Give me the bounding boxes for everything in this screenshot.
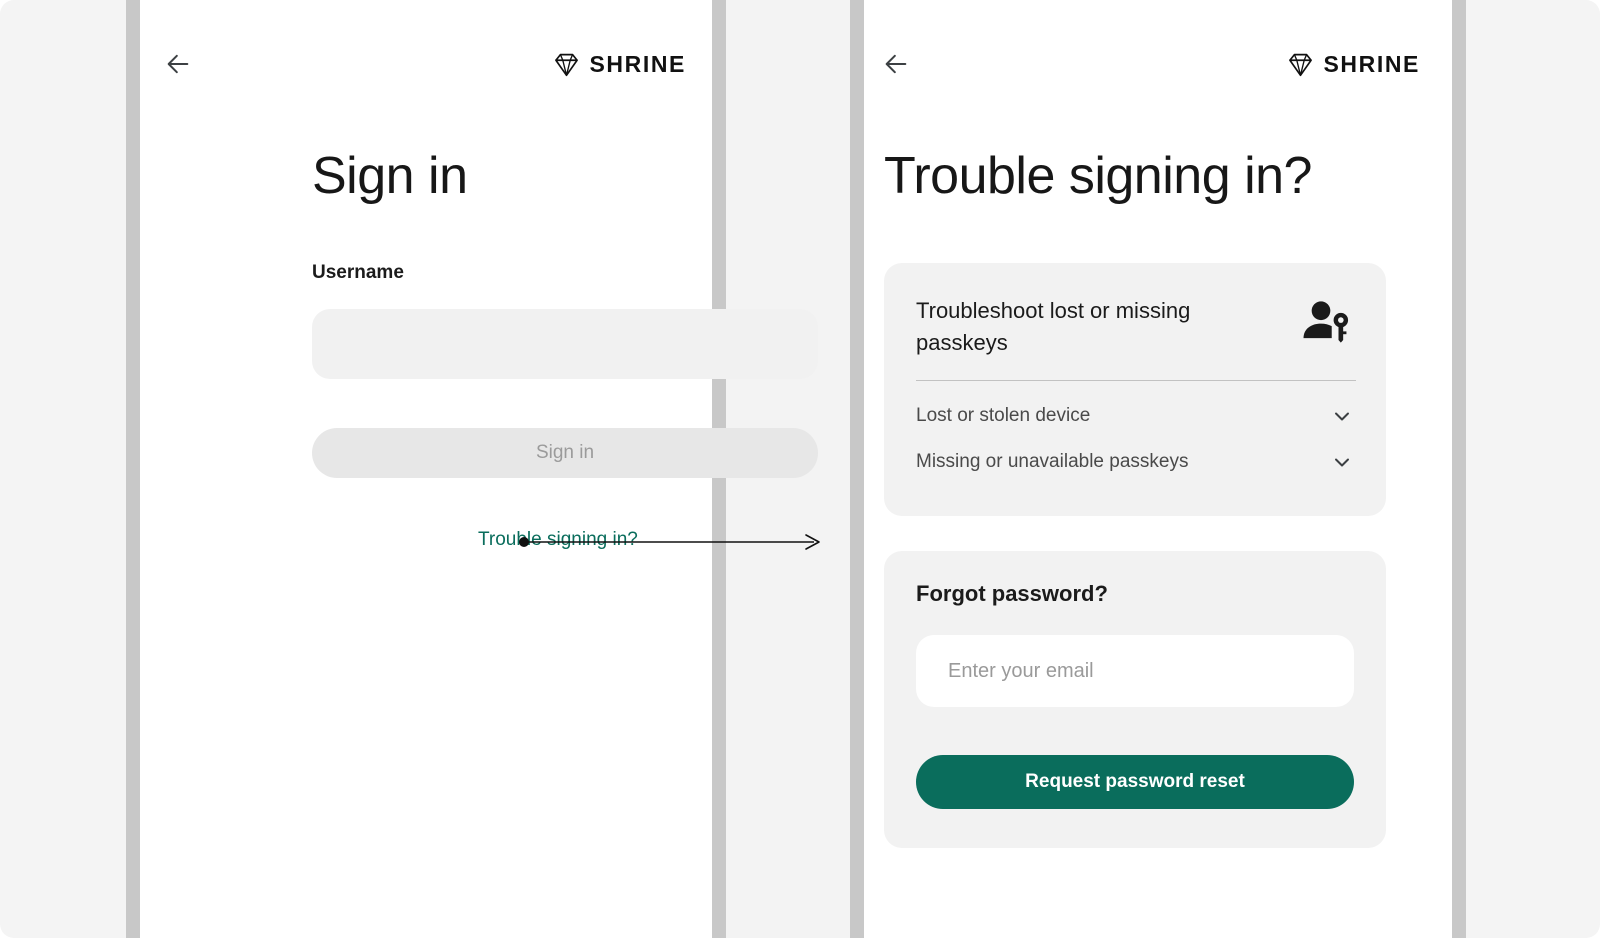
arrow-left-icon [885,54,907,74]
forgot-password-title: Forgot password? [916,581,1108,606]
forgot-password-card: Forgot password? Request password reset [884,551,1386,848]
brand-logo: SHRINE [553,51,686,78]
card-divider [916,379,1356,381]
request-password-reset-button[interactable]: Request password reset [916,755,1354,809]
chevron-down-icon[interactable] [1330,404,1354,428]
brand-name: SHRINE [589,50,686,77]
accordion-row-missing-passkeys[interactable]: Missing or unavailable passkeys [884,439,1386,485]
phone-frame-edge-right-outer [850,0,864,938]
brand-name: SHRINE [1323,50,1420,77]
trouble-signing-in-link[interactable]: Trouble signing in? [478,529,638,551]
username-input[interactable] [312,309,818,379]
diamond-icon [555,53,579,76]
sign-in-screen: SHRINE Sign in Username Sign in Trouble … [140,0,818,938]
passkeys-card-header: Troubleshoot lost or missing passkeys [884,263,1386,360]
accordion-label: Lost or stolen device [916,404,1091,426]
username-label: Username [312,262,404,283]
chevron-down-icon[interactable] [1330,450,1354,474]
back-button[interactable] [156,42,200,86]
passkeys-card-title: Troubleshoot lost or missing passkeys [916,298,1191,356]
page-title-right: Trouble signing in? [884,147,1312,205]
phone-frame-edge-right-inner [1452,0,1466,938]
right-top-bar: SHRINE [864,42,1452,86]
phone-frame-edge-left-outer [126,0,140,938]
person-key-icon [1303,301,1349,343]
accordion-row-lost-device[interactable]: Lost or stolen device [884,393,1386,439]
accordion-label: Missing or unavailable passkeys [916,450,1189,472]
troubleshoot-passkeys-card: Troubleshoot lost or missing passkeys Lo… [884,263,1386,516]
sign-in-button[interactable]: Sign in [312,428,818,478]
arrow-left-icon [167,54,189,74]
email-input[interactable] [916,635,1354,707]
screenshot-canvas: SHRINE Sign in Username Sign in Trouble … [0,0,1600,938]
page-title: Sign in [312,147,468,205]
back-button-right[interactable] [874,42,918,86]
left-top-bar: SHRINE [140,42,712,86]
brand-logo-right: SHRINE [1287,51,1420,78]
diamond-icon [1289,53,1313,76]
